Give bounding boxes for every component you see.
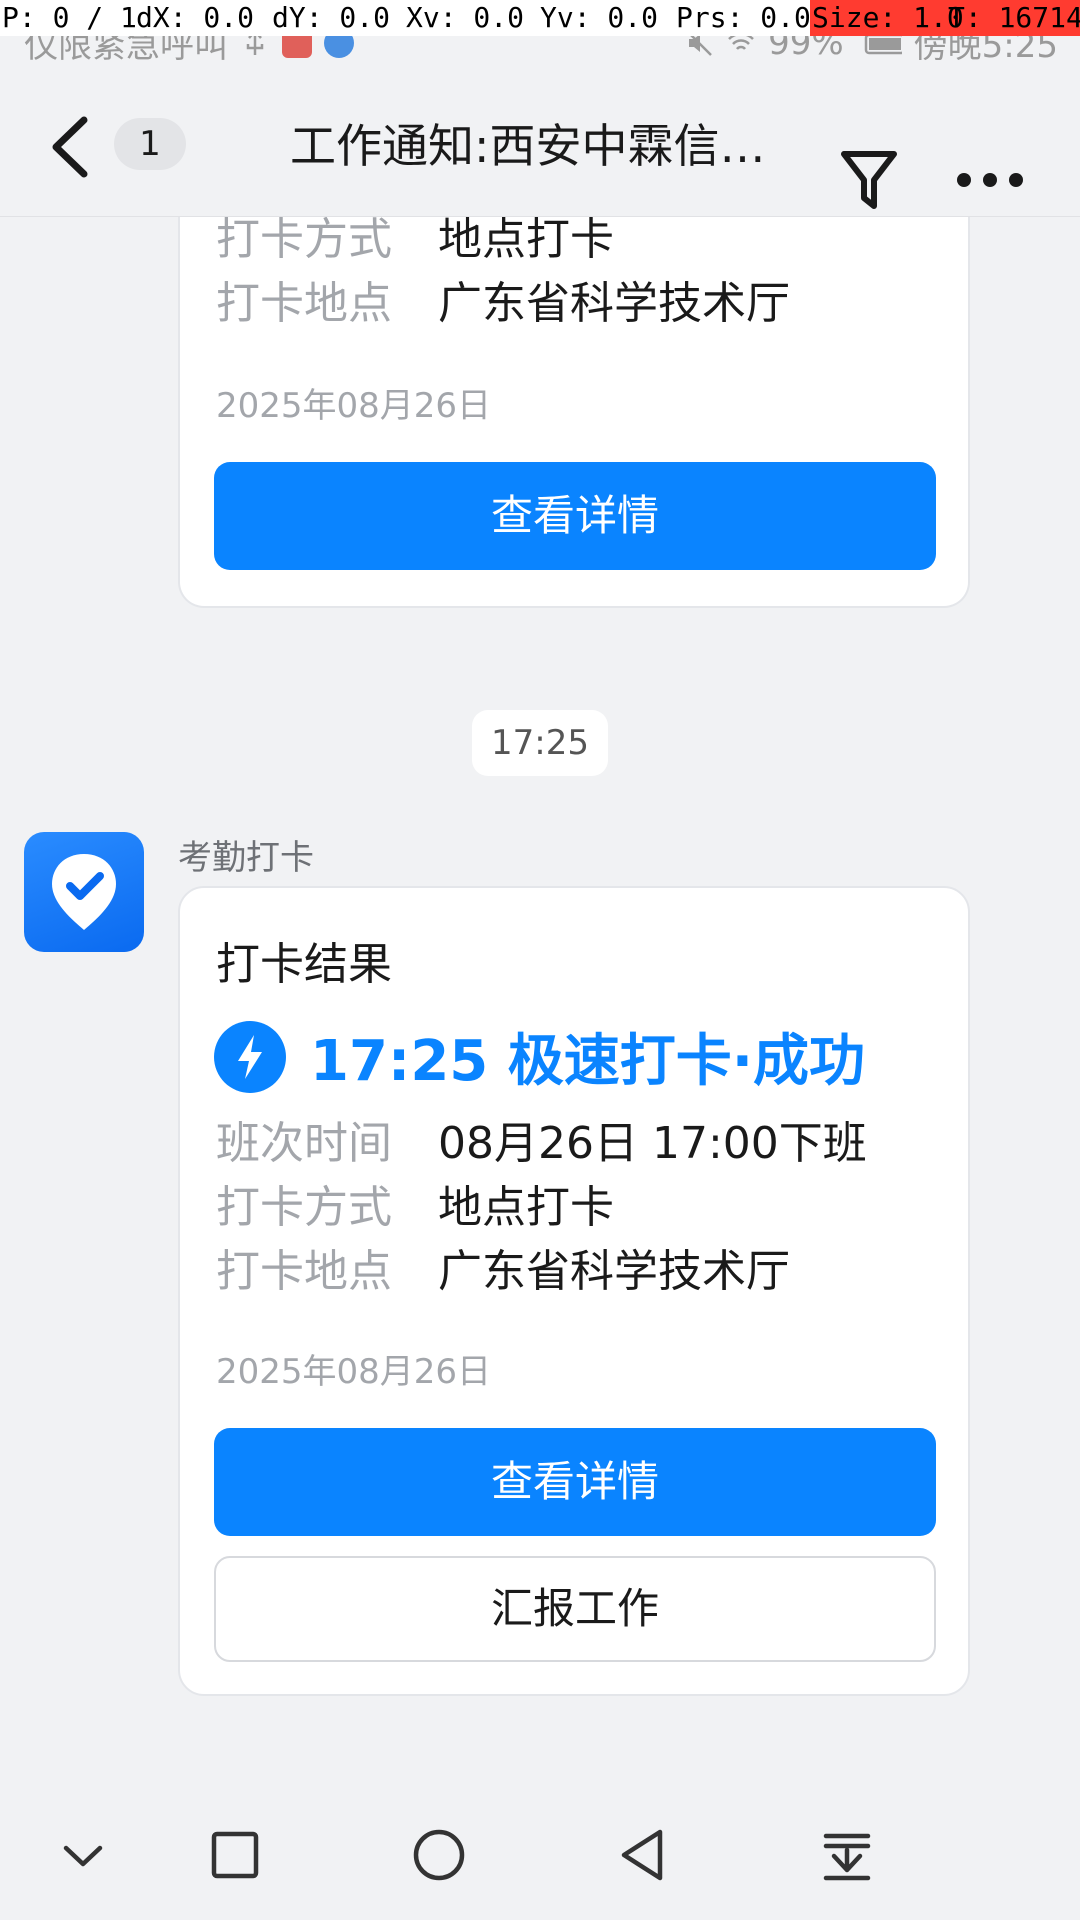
detail-row: 打卡方式 地点打卡 <box>216 1178 614 1238</box>
detail-label: 打卡方式 <box>216 214 392 265</box>
debug-prs: Prs: 0.0 <box>676 1 811 34</box>
detail-row: 班次时间 08月26日 17:00下班 <box>216 1114 867 1174</box>
message-list[interactable]: 打卡方式 地点打卡 打卡地点 广东省科学技术厅 2025年08月26日 查看详情 1… <box>0 0 1080 1790</box>
detail-label: 打卡地点 <box>216 278 392 329</box>
debug-xv: Xv: 0.0 <box>406 1 525 34</box>
back-icon[interactable] <box>42 112 102 182</box>
detail-label: 班次时间 <box>216 1118 392 1169</box>
report-work-button[interactable]: 汇报工作 <box>214 1556 936 1662</box>
more-icon[interactable] <box>954 168 1026 192</box>
debug-dy: dY: 0.0 <box>272 1 391 34</box>
nav-notification-icon[interactable] <box>812 1820 882 1890</box>
pointer-debug-overlay: P: 0 / 1 dX: 0.0 dY: 0.0 Xv: 0.0 Yv: 0.0… <box>0 0 1080 36</box>
nav-back-icon[interactable] <box>608 1820 678 1890</box>
nav-home-icon[interactable] <box>404 1820 474 1890</box>
nav-collapse-icon[interactable] <box>48 1820 118 1890</box>
view-details-button[interactable]: 查看详情 <box>214 1428 936 1536</box>
previous-message-card: 打卡方式 地点打卡 打卡地点 广东省科学技术厅 2025年08月26日 查看详情 <box>178 150 970 608</box>
sender-name: 考勤打卡 <box>178 838 314 878</box>
page-title: 工作通知:西安中霖信… <box>290 119 766 173</box>
attendance-result-card: 打卡结果 17:25 极速打卡·成功 班次时间 08月26日 17:00下班 打卡… <box>178 886 970 1696</box>
detail-value: 广东省科学技术厅 <box>438 278 790 329</box>
result-text: 17:25 极速打卡·成功 <box>310 1029 866 1094</box>
time-separator: 17:25 <box>472 710 608 776</box>
filter-icon[interactable] <box>840 148 898 212</box>
detail-row: 打卡地点 广东省科学技术厅 <box>216 1242 790 1302</box>
result-line: 17:25 极速打卡·成功 <box>214 1016 865 1097</box>
view-details-button[interactable]: 查看详情 <box>214 462 936 570</box>
debug-yv: Yv: 0.0 <box>540 1 659 34</box>
message-date: 2025年08月26日 <box>216 1352 492 1392</box>
unread-count-badge[interactable]: 1 <box>114 118 186 170</box>
detail-row: 打卡地点 广东省科学技术厅 <box>216 274 790 334</box>
debug-dx: dX: 0.0 <box>136 1 255 34</box>
detail-row: 打卡方式 地点打卡 <box>216 210 614 270</box>
debug-t: T: 167142 <box>948 1 1080 34</box>
avatar[interactable] <box>24 832 144 952</box>
debug-pointer: P: 0 / 1 <box>2 1 137 34</box>
debug-size: Size: 1.0 <box>812 1 964 34</box>
lightning-icon <box>214 1020 286 1093</box>
detail-value: 地点打卡 <box>438 214 614 265</box>
nav-recents-icon[interactable] <box>200 1820 270 1890</box>
detail-value: 08月26日 17:00下班 <box>438 1118 867 1169</box>
detail-value: 地点打卡 <box>438 1182 614 1233</box>
system-nav-bar <box>0 1790 1080 1920</box>
message-date: 2025年08月26日 <box>216 386 492 426</box>
detail-label: 打卡方式 <box>216 1182 392 1233</box>
detail-label: 打卡地点 <box>216 1246 392 1297</box>
detail-value: 广东省科学技术厅 <box>438 1246 790 1297</box>
card-title: 打卡结果 <box>216 939 392 990</box>
check-location-icon <box>52 854 116 930</box>
